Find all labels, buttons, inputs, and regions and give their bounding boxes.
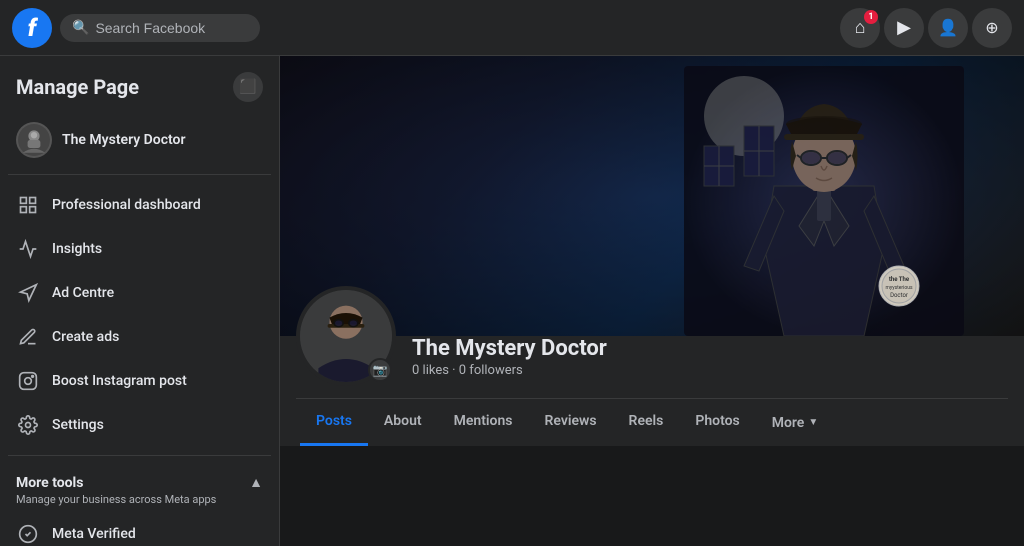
camera-icon[interactable]: 📷 — [368, 358, 392, 382]
sidebar-item-label: Create ads — [52, 329, 119, 345]
page-name-label: The Mystery Doctor — [62, 132, 186, 148]
facebook-logo[interactable]: f — [12, 8, 52, 48]
svg-text:Doctor: Doctor — [890, 292, 908, 299]
sidebar-item-create-ads[interactable]: Create ads — [8, 315, 271, 359]
top-navigation: f 🔍 ⌂ 1 ▶ 👤 ⊕ — [0, 0, 1024, 56]
profile-picture-wrapper: 📷 — [296, 286, 396, 386]
sidebar-title: Manage Page — [16, 75, 139, 99]
settings-icon — [16, 413, 40, 437]
tab-photos[interactable]: Photos — [679, 399, 755, 446]
people-nav-button[interactable]: 👤 — [928, 8, 968, 48]
sidebar-divider-2 — [8, 455, 271, 456]
sidebar-item-ad-centre[interactable]: Ad Centre — [8, 271, 271, 315]
sidebar-item-label: Settings — [52, 417, 104, 433]
video-icon: ▶ — [897, 17, 911, 38]
tab-about[interactable]: About — [368, 399, 438, 446]
sidebar-item-insights[interactable]: Insights — [8, 227, 271, 271]
sidebar-item-label: Boost Instagram post — [52, 373, 187, 389]
plus-icon: ⊕ — [985, 18, 998, 37]
nav-icon-group: ⌂ 1 ▶ 👤 ⊕ — [840, 8, 1012, 48]
main-layout: Manage Page ⬛ The Mystery Doctor — [0, 56, 1024, 546]
svg-text:myysterious: myysterious — [885, 285, 913, 291]
profile-section: 📷 The Mystery Doctor 0 likes · 0 followe… — [280, 336, 1024, 446]
page-profile-item[interactable]: The Mystery Doctor — [8, 114, 271, 166]
chevron-down-icon: ▼ — [808, 417, 818, 428]
sidebar-item-label: Insights — [52, 241, 102, 257]
sidebar: Manage Page ⬛ The Mystery Doctor — [0, 56, 280, 546]
home-nav-button[interactable]: ⌂ 1 — [840, 8, 880, 48]
page-avatar — [16, 122, 52, 158]
create-ads-icon — [16, 325, 40, 349]
sidebar-item-professional-dashboard[interactable]: Professional dashboard — [8, 183, 271, 227]
collapse-icon: ⬛ — [239, 79, 256, 95]
sidebar-divider-1 — [8, 174, 271, 175]
instagram-icon — [16, 369, 40, 393]
page-name: The Mystery Doctor — [412, 336, 1008, 361]
verified-icon — [16, 522, 40, 546]
sidebar-collapse-button[interactable]: ⬛ — [233, 72, 263, 102]
search-icon: 🔍 — [72, 20, 89, 36]
more-tools-title: More tools — [16, 475, 83, 491]
sidebar-item-meta-verified[interactable]: Meta Verified — [8, 512, 271, 546]
profile-info: The Mystery Doctor 0 likes · 0 followers — [412, 336, 1008, 386]
cover-figure-svg: the The myysterious Doctor — [684, 66, 964, 336]
sidebar-item-boost-instagram[interactable]: Boost Instagram post — [8, 359, 271, 403]
sidebar-item-label: Professional dashboard — [52, 197, 201, 213]
search-input[interactable] — [95, 20, 245, 36]
video-nav-button[interactable]: ▶ — [884, 8, 924, 48]
people-icon: 👤 — [938, 18, 958, 37]
tab-more[interactable]: More ▼ — [756, 401, 835, 445]
insights-icon — [16, 237, 40, 261]
more-tools-header: More tools ▲ — [8, 464, 271, 493]
sidebar-item-settings[interactable]: Settings — [8, 403, 271, 447]
more-nav-button[interactable]: ⊕ — [972, 8, 1012, 48]
page-tabs: Posts About Mentions Reviews Reels Photo… — [296, 398, 1008, 446]
tab-posts[interactable]: Posts — [300, 399, 368, 446]
page-stats: 0 likes · 0 followers — [412, 363, 1008, 378]
tab-reels[interactable]: Reels — [613, 399, 680, 446]
sidebar-item-label: Meta Verified — [52, 526, 136, 542]
more-tools-subtitle: Manage your business across Meta apps — [8, 493, 271, 512]
chevron-up-icon: ▲ — [249, 474, 263, 491]
sidebar-item-label: Ad Centre — [52, 285, 114, 301]
sidebar-header: Manage Page ⬛ — [8, 68, 271, 114]
search-bar[interactable]: 🔍 — [60, 14, 260, 42]
tab-reviews[interactable]: Reviews — [528, 399, 612, 446]
tab-mentions[interactable]: Mentions — [438, 399, 529, 446]
home-badge: 1 — [864, 10, 878, 24]
dashboard-icon — [16, 193, 40, 217]
ad-icon — [16, 281, 40, 305]
page-content-area: the The myysterious Doctor — [280, 56, 1024, 546]
svg-text:the The: the The — [889, 276, 910, 283]
